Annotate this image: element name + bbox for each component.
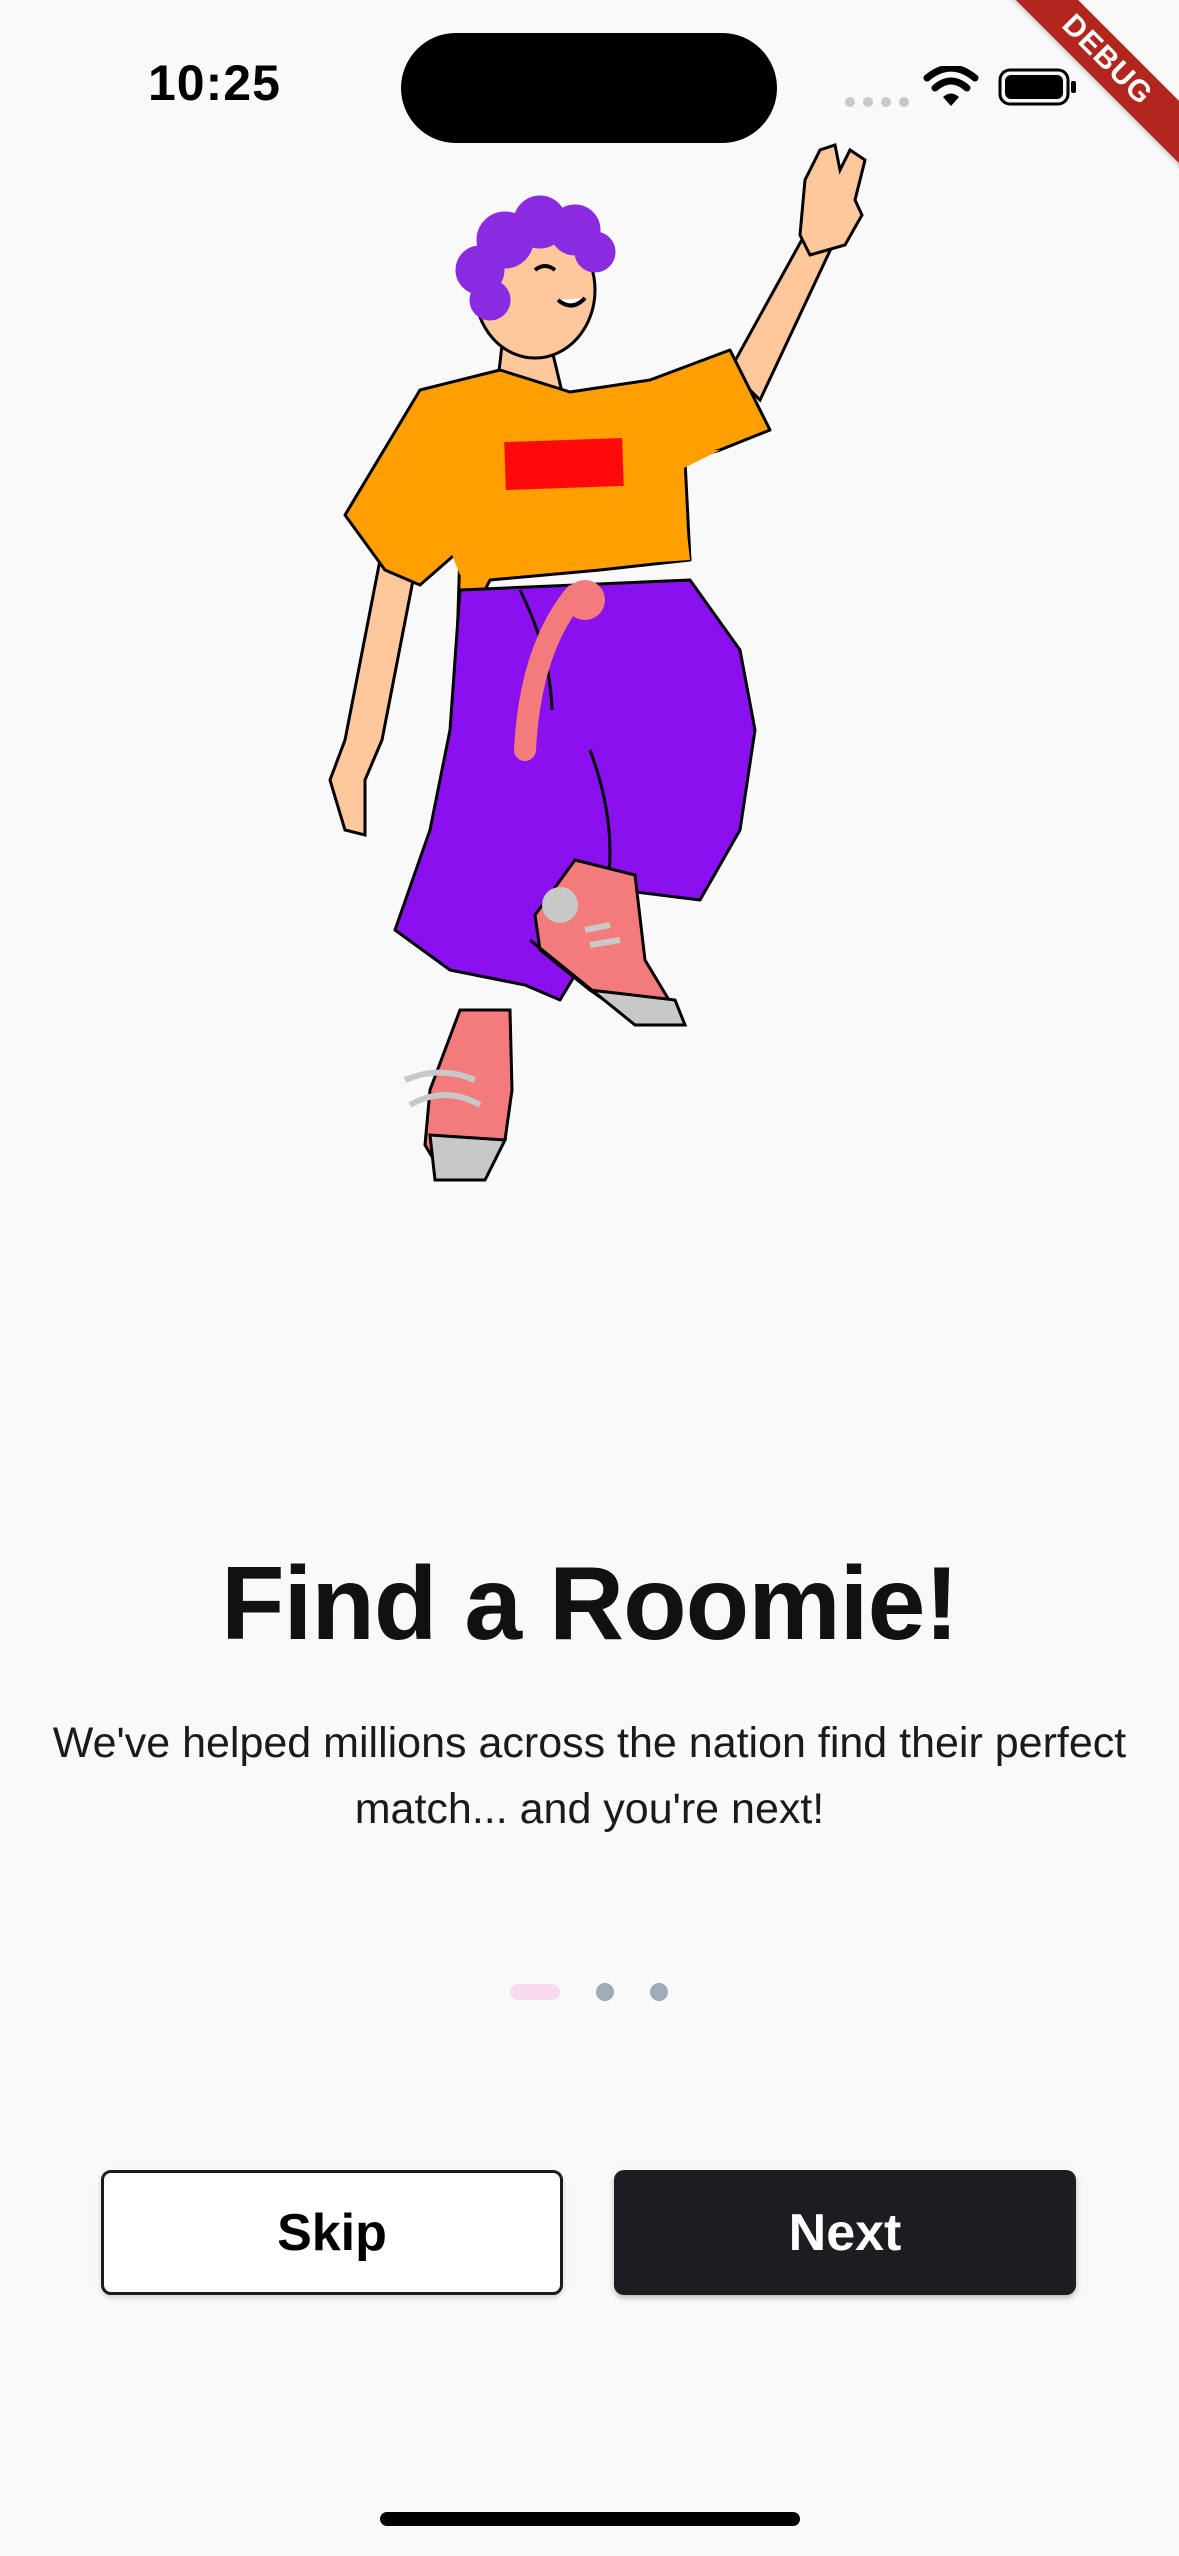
cellular-signal-icon [845,97,909,107]
next-button-label: Next [788,2203,902,2262]
onboarding-screen: 10:25 DEBUG Find a Roomie! We've helped … [0,0,1179,2556]
skip-button-label: Skip [277,2203,387,2262]
page-indicator-dot [596,1983,614,2001]
person-waving-illustration [328,143,867,1182]
next-button[interactable]: Next [614,2170,1076,2295]
page-indicator [510,1983,668,2001]
onboarding-subtitle: We've helped millions across the nation … [52,1719,1127,1833]
page-indicator-dot [650,1983,668,2001]
wifi-icon [923,66,979,106]
skip-button[interactable]: Skip [101,2170,563,2295]
page-indicator-active [510,1984,560,2000]
battery-icon [998,68,1076,106]
home-indicator[interactable] [380,2512,800,2526]
status-time: 10:25 [148,55,281,111]
onboarding-title: Find a Roomie! [220,1546,959,1662]
dynamic-island [401,33,777,143]
